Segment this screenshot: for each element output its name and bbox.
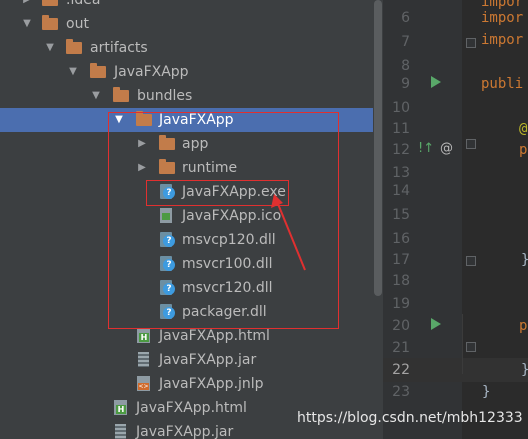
watermark: https://blog.csdn.net/mbh12333 [297,410,523,426]
annotation-arrow-icon [271,194,306,271]
